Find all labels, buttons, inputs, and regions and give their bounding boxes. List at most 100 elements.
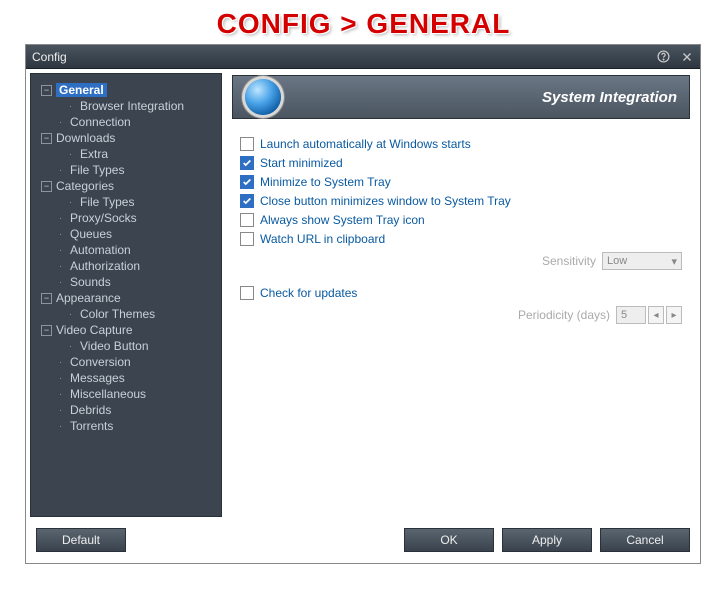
- sidebar-item-authorization[interactable]: · Authorization: [37, 258, 215, 274]
- section-title: System Integration: [542, 89, 677, 106]
- periodicity-decrement: ◂: [648, 306, 664, 324]
- titlebar: Config: [26, 45, 700, 69]
- help-icon[interactable]: [656, 50, 670, 64]
- globe-icon: [245, 79, 281, 115]
- sidebar-item-label: Color Themes: [80, 307, 155, 321]
- tree-bullet-icon: ·: [55, 165, 66, 176]
- sidebar-item-label: Conversion: [70, 355, 131, 369]
- footer: Default OK Apply Cancel: [26, 521, 700, 559]
- page-banner: CONFIG > GENERAL: [0, 0, 727, 44]
- option-label: Launch automatically at Windows starts: [260, 137, 471, 151]
- sidebar-item-label: Authorization: [70, 259, 140, 273]
- option-always-tray-icon[interactable]: Always show System Tray icon: [240, 213, 682, 227]
- sidebar-item-label: Browser Integration: [80, 99, 184, 113]
- sidebar-item-label: Extra: [80, 147, 108, 161]
- sidebar-item-label: Proxy/Socks: [70, 211, 137, 225]
- cancel-button[interactable]: Cancel: [600, 528, 690, 552]
- tree-bullet-icon: ·: [55, 245, 66, 256]
- checkbox[interactable]: [240, 156, 254, 170]
- sidebar-item-debrids[interactable]: · Debrids: [37, 402, 215, 418]
- apply-button[interactable]: Apply: [502, 528, 592, 552]
- sidebar: −General·Browser Integration·Connection−…: [30, 73, 222, 517]
- sidebar-item-label: Connection: [70, 115, 131, 129]
- tree-expander-icon[interactable]: −: [41, 181, 52, 192]
- sidebar-item-label: Messages: [70, 371, 125, 385]
- tree-bullet-icon: ·: [55, 117, 66, 128]
- sidebar-item-label: Torrents: [70, 419, 113, 433]
- checkbox[interactable]: [240, 213, 254, 227]
- sidebar-item-label: Automation: [70, 243, 131, 257]
- option-watch-clipboard[interactable]: Watch URL in clipboard: [240, 232, 682, 246]
- sidebar-item-color-themes[interactable]: · Color Themes: [37, 306, 215, 322]
- sensitivity-value: Low: [607, 255, 627, 267]
- option-minimize-tray[interactable]: Minimize to System Tray: [240, 175, 682, 189]
- sidebar-item-sounds[interactable]: · Sounds: [37, 274, 215, 290]
- sidebar-item-extra[interactable]: · Extra: [37, 146, 215, 162]
- sidebar-item-queues[interactable]: ·Queues: [37, 226, 215, 242]
- option-label: Check for updates: [260, 286, 357, 300]
- sidebar-item-label: File Types: [70, 163, 124, 177]
- content-panel: System Integration Launch automatically …: [226, 69, 700, 521]
- sidebar-item-automation[interactable]: · Automation: [37, 242, 215, 258]
- close-icon[interactable]: [680, 50, 694, 64]
- periodicity-increment: ▸: [666, 306, 682, 324]
- sidebar-item-label: Video Capture: [56, 323, 133, 337]
- ok-button[interactable]: OK: [404, 528, 494, 552]
- default-button[interactable]: Default: [36, 528, 126, 552]
- tree-bullet-icon: ·: [55, 261, 66, 272]
- option-close-to-tray[interactable]: Close button minimizes window to System …: [240, 194, 682, 208]
- sidebar-item-file-types[interactable]: ·File Types: [37, 194, 215, 210]
- sidebar-item-label: Debrids: [70, 403, 111, 417]
- tree-expander-icon[interactable]: −: [41, 293, 52, 304]
- sidebar-item-conversion[interactable]: · Conversion: [37, 354, 215, 370]
- option-launch-at-start[interactable]: Launch automatically at Windows starts: [240, 137, 682, 151]
- sensitivity-select: Low ▾: [602, 252, 682, 270]
- periodicity-input: 5: [616, 306, 646, 324]
- option-label: Start minimized: [260, 156, 343, 170]
- tree-bullet-icon: ·: [55, 421, 66, 432]
- tree-expander-icon[interactable]: −: [41, 325, 52, 336]
- sidebar-item-miscellaneous[interactable]: ·Miscellaneous: [37, 386, 215, 402]
- sidebar-item-proxy-socks[interactable]: · Proxy/Socks: [37, 210, 215, 226]
- sidebar-item-label: Categories: [56, 179, 114, 193]
- checkbox[interactable]: [240, 232, 254, 246]
- sidebar-item-general[interactable]: −General: [37, 82, 215, 98]
- sidebar-item-appearance[interactable]: −Appearance: [37, 290, 215, 306]
- tree-bullet-icon: ·: [55, 213, 66, 224]
- sidebar-item-video-capture[interactable]: −Video Capture: [37, 322, 215, 338]
- checkbox[interactable]: [240, 137, 254, 151]
- tree-bullet-icon: ·: [65, 341, 76, 352]
- tree-bullet-icon: ·: [65, 101, 76, 112]
- chevron-down-icon: ▾: [671, 255, 677, 268]
- option-label: Watch URL in clipboard: [260, 232, 385, 246]
- sidebar-item-label: Downloads: [56, 131, 115, 145]
- option-label: Minimize to System Tray: [260, 175, 391, 189]
- sidebar-item-connection[interactable]: · Connection: [37, 114, 215, 130]
- sidebar-item-messages[interactable]: ·Messages: [37, 370, 215, 386]
- checkbox[interactable]: [240, 286, 254, 300]
- tree-bullet-icon: ·: [55, 357, 66, 368]
- tree-expander-icon[interactable]: −: [41, 133, 52, 144]
- sidebar-item-downloads[interactable]: −Downloads: [37, 130, 215, 146]
- option-start-minimized[interactable]: Start minimized: [240, 156, 682, 170]
- config-window: Config −General · Browser Integration · Conn…: [25, 44, 701, 564]
- tree-bullet-icon: ·: [65, 197, 76, 208]
- tree-bullet-icon: ·: [55, 277, 66, 288]
- tree-bullet-icon: ·: [55, 229, 66, 240]
- sidebar-item-label: Video Button: [80, 339, 149, 353]
- tree-bullet-icon: ·: [65, 309, 76, 320]
- option-check-updates[interactable]: Check for updates: [240, 286, 682, 300]
- sidebar-item-torrents[interactable]: · Torrents: [37, 418, 215, 434]
- sidebar-item-file-types[interactable]: · File Types: [37, 162, 215, 178]
- checkbox[interactable]: [240, 194, 254, 208]
- sidebar-item-video-button[interactable]: · Video Button: [37, 338, 215, 354]
- sensitivity-label: Sensitivity: [542, 254, 596, 268]
- tree-bullet-icon: ·: [55, 405, 66, 416]
- checkbox[interactable]: [240, 175, 254, 189]
- sidebar-item-categories[interactable]: −Categories: [37, 178, 215, 194]
- sidebar-item-label: Miscellaneous: [70, 387, 146, 401]
- sidebar-item-browser-integration[interactable]: · Browser Integration: [37, 98, 215, 114]
- sidebar-item-label: Sounds: [70, 275, 111, 289]
- tree-bullet-icon: ·: [65, 149, 76, 160]
- tree-expander-icon[interactable]: −: [41, 85, 52, 96]
